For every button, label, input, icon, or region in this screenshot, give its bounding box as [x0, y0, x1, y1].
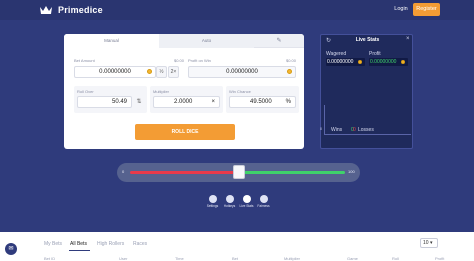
slider-track-win[interactable] [238, 171, 345, 174]
swap-icon[interactable]: ⇅ [136, 99, 142, 105]
col-bet-id: Bet ID [44, 256, 56, 261]
live-stats-button[interactable]: Live Stats [239, 195, 254, 211]
login-button[interactable]: Login [390, 3, 412, 16]
slider-track-lose[interactable] [130, 171, 239, 174]
mode-tabs: Manual Auto ✎ [64, 34, 304, 48]
slider-max-label: 100 [348, 169, 355, 174]
slider-min-label: 0 [122, 169, 125, 174]
hotkeys-label: Hotkeys [223, 204, 236, 208]
col-roll: Roll [392, 256, 399, 261]
coin-icon [147, 69, 152, 74]
chart-icon [242, 195, 251, 203]
tab-high-rollers[interactable]: High Rollers [97, 241, 124, 247]
coin-icon [287, 69, 292, 74]
bet-amount-input[interactable]: 0.00000000 [74, 66, 156, 78]
keyboard-icon [225, 195, 234, 203]
win-chance-label: Win Chance [229, 89, 251, 94]
settings-label: Settings [206, 204, 219, 208]
win-chance-input[interactable]: 49.5000% [229, 96, 296, 108]
multiplier-value: 2.0000 [174, 99, 193, 105]
hotkeys-button[interactable]: Hotkeys [222, 195, 237, 211]
tab-auto[interactable]: Auto [159, 34, 254, 48]
rows-per-page-select[interactable]: 10 ▾ [420, 238, 438, 248]
profit-on-win-label: Profit on Win [188, 58, 211, 63]
win-chance-field: Win Chance 49.5000% [226, 86, 299, 113]
col-profit: Profit [435, 256, 445, 261]
settings-button[interactable]: Settings [205, 195, 220, 211]
roll-slider: 0 100 [117, 163, 360, 182]
brand-name: Primedice [58, 5, 103, 15]
close-icon[interactable]: × [406, 36, 410, 42]
live-stats-label: Live Stats [239, 204, 254, 208]
chat-icon[interactable]: ✉ [5, 243, 17, 255]
tab-all-bets[interactable]: All Bets [70, 241, 87, 247]
col-game: Game [347, 256, 358, 261]
win-chance-suffix: % [285, 99, 291, 105]
bet-amount-balance: $0.00 [173, 58, 184, 63]
losses-label: Losses [358, 127, 374, 133]
profit-on-win-input[interactable]: 0.00000000 [188, 66, 296, 78]
multiplier-suffix: × [211, 99, 215, 105]
roll-over-input[interactable]: 50.49 [77, 96, 132, 108]
coin-icon [401, 60, 405, 64]
rows-per-page-value: 10 [423, 240, 429, 246]
col-multiplier: Multiplier [284, 256, 301, 261]
col-time: Time [175, 256, 184, 261]
edit-icon[interactable]: ✎ [254, 34, 304, 47]
live-stats-panel: ↻ Live Stats × Wagered 0.00000000 Profit… [320, 34, 413, 149]
multiplier-input[interactable]: 2.0000 × [153, 96, 220, 108]
chart-zero-label: 0 [320, 127, 322, 131]
live-stats-title: Live Stats [355, 37, 380, 43]
losses-value: 0 [353, 127, 356, 133]
tab-races[interactable]: Races [133, 241, 147, 247]
fairness-button[interactable]: Fairness [256, 195, 271, 211]
tab-my-bets[interactable]: My Bets [44, 241, 62, 247]
profit-label: Profit [369, 51, 381, 57]
live-stats-header: ↻ Live Stats × [321, 35, 414, 46]
active-tab-indicator [69, 250, 90, 251]
roll-over-label: Roll Over [77, 89, 94, 94]
multiplier-label: Multiplier [153, 89, 170, 94]
wins-label: Wins [331, 127, 343, 133]
slider-handle[interactable] [232, 165, 245, 179]
multiplier-field: Multiplier 2.0000 × [150, 86, 223, 113]
col-bet: Bet [232, 256, 239, 261]
scale-icon [259, 195, 268, 203]
coin-icon [358, 60, 362, 64]
gear-icon [208, 195, 217, 203]
crown-icon [40, 6, 52, 14]
double-bet-button[interactable]: 2× [168, 66, 179, 78]
tab-manual[interactable]: Manual [64, 34, 159, 48]
wagered-label: Wagered [326, 51, 347, 57]
register-button[interactable]: Register [413, 3, 440, 16]
top-bar: Primedice Login Register [0, 0, 474, 20]
win-chance-value: 49.5000 [250, 99, 272, 105]
logo[interactable]: Primedice [39, 4, 103, 16]
col-user: User [119, 256, 128, 261]
game-tools: Settings Hotkeys Live Stats Fairness [205, 195, 271, 211]
half-bet-button[interactable]: ½ [156, 66, 167, 78]
bet-amount-label: Bet Amount [74, 58, 95, 63]
profit-on-win-balance: $0.00 [285, 58, 296, 63]
fairness-label: Fairness [257, 204, 270, 208]
roll-dice-button[interactable]: ROLL DICE [135, 124, 235, 140]
roll-over-field: Roll Over 50.49 ⇅ [74, 86, 147, 113]
